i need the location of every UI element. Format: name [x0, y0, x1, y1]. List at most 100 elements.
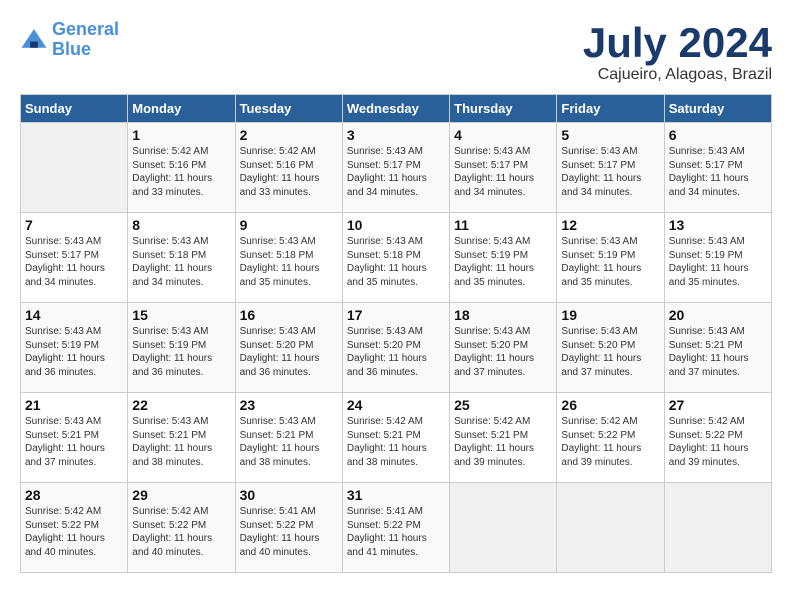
- sunset-text: Sunset: 5:17 PM: [454, 160, 528, 171]
- day-number: 13: [669, 217, 767, 233]
- daylight-text: Daylight: 11 hoursand 38 minutes.: [132, 443, 212, 468]
- calendar-cell: 28Sunrise: 5:42 AMSunset: 5:22 PMDayligh…: [21, 483, 128, 573]
- day-number: 21: [25, 397, 123, 413]
- sunrise-text: Sunrise: 5:42 AM: [669, 416, 745, 427]
- calendar-cell: 10Sunrise: 5:43 AMSunset: 5:18 PMDayligh…: [342, 213, 449, 303]
- daylight-text: Daylight: 11 hoursand 39 minutes.: [669, 443, 749, 468]
- sunrise-text: Sunrise: 5:42 AM: [240, 146, 316, 157]
- sunset-text: Sunset: 5:16 PM: [240, 160, 314, 171]
- day-number: 29: [132, 487, 230, 503]
- sunset-text: Sunset: 5:22 PM: [347, 520, 421, 531]
- weekday-header: Sunday: [21, 95, 128, 123]
- cell-info: Sunrise: 5:42 AMSunset: 5:21 PMDaylight:…: [347, 415, 445, 469]
- sunrise-text: Sunrise: 5:43 AM: [132, 236, 208, 247]
- logo-line1: General: [52, 19, 119, 39]
- calendar-cell: [21, 123, 128, 213]
- sunrise-text: Sunrise: 5:41 AM: [240, 506, 316, 517]
- day-number: 20: [669, 307, 767, 323]
- daylight-text: Daylight: 11 hoursand 37 minutes.: [669, 353, 749, 378]
- calendar-table: SundayMondayTuesdayWednesdayThursdayFrid…: [20, 94, 772, 573]
- calendar-cell: 27Sunrise: 5:42 AMSunset: 5:22 PMDayligh…: [664, 393, 771, 483]
- day-number: 18: [454, 307, 552, 323]
- daylight-text: Daylight: 11 hoursand 36 minutes.: [132, 353, 212, 378]
- cell-info: Sunrise: 5:43 AMSunset: 5:20 PMDaylight:…: [454, 325, 552, 379]
- sunset-text: Sunset: 5:18 PM: [347, 250, 421, 261]
- sunrise-text: Sunrise: 5:42 AM: [132, 146, 208, 157]
- day-number: 16: [240, 307, 338, 323]
- calendar-week-row: 1Sunrise: 5:42 AMSunset: 5:16 PMDaylight…: [21, 123, 772, 213]
- weekday-header: Thursday: [450, 95, 557, 123]
- daylight-text: Daylight: 11 hoursand 34 minutes.: [454, 173, 534, 198]
- cell-info: Sunrise: 5:41 AMSunset: 5:22 PMDaylight:…: [347, 505, 445, 559]
- day-number: 3: [347, 127, 445, 143]
- calendar-cell: 30Sunrise: 5:41 AMSunset: 5:22 PMDayligh…: [235, 483, 342, 573]
- sunrise-text: Sunrise: 5:43 AM: [669, 236, 745, 247]
- cell-info: Sunrise: 5:42 AMSunset: 5:16 PMDaylight:…: [132, 145, 230, 199]
- daylight-text: Daylight: 11 hoursand 38 minutes.: [347, 443, 427, 468]
- calendar-week-row: 28Sunrise: 5:42 AMSunset: 5:22 PMDayligh…: [21, 483, 772, 573]
- calendar-cell: [450, 483, 557, 573]
- sunset-text: Sunset: 5:17 PM: [347, 160, 421, 171]
- calendar-cell: [557, 483, 664, 573]
- cell-info: Sunrise: 5:42 AMSunset: 5:22 PMDaylight:…: [561, 415, 659, 469]
- day-number: 19: [561, 307, 659, 323]
- day-number: 27: [669, 397, 767, 413]
- sunset-text: Sunset: 5:21 PM: [132, 430, 206, 441]
- day-number: 4: [454, 127, 552, 143]
- sunset-text: Sunset: 5:19 PM: [132, 340, 206, 351]
- sunset-text: Sunset: 5:17 PM: [561, 160, 635, 171]
- day-number: 25: [454, 397, 552, 413]
- calendar-cell: 4Sunrise: 5:43 AMSunset: 5:17 PMDaylight…: [450, 123, 557, 213]
- calendar-cell: 18 Sunrise: 5:43 AMSunset: 5:20 PMDayligh…: [450, 303, 557, 393]
- sunset-text: Sunset: 5:20 PM: [240, 340, 314, 351]
- cell-info: Sunrise: 5:43 AMSunset: 5:17 PMDaylight:…: [669, 145, 767, 199]
- day-number: 9: [240, 217, 338, 233]
- page-header: General Blue July 2024 Cajueiro, Alagoas…: [20, 20, 772, 84]
- sunset-text: Sunset: 5:22 PM: [561, 430, 635, 441]
- cell-info: Sunrise: 5:43 AMSunset: 5:17 PMDaylight:…: [347, 145, 445, 199]
- sunset-text: Sunset: 5:19 PM: [561, 250, 635, 261]
- cell-info: Sunrise: 5:43 AMSunset: 5:20 PMDaylight:…: [561, 325, 659, 379]
- calendar-cell: 12Sunrise: 5:43 AMSunset: 5:19 PMDayligh…: [557, 213, 664, 303]
- calendar-cell: 14Sunrise: 5:43 AMSunset: 5:19 PMDayligh…: [21, 303, 128, 393]
- sunset-text: Sunset: 5:21 PM: [669, 340, 743, 351]
- weekday-header: Saturday: [664, 95, 771, 123]
- day-number: 22: [132, 397, 230, 413]
- weekday-header: Tuesday: [235, 95, 342, 123]
- daylight-text: Daylight: 11 hoursand 33 minutes.: [132, 173, 212, 198]
- daylight-text: Daylight: 11 hoursand 40 minutes.: [25, 533, 105, 558]
- daylight-text: Daylight: 11 hoursand 37 minutes.: [25, 443, 105, 468]
- logo-icon: [20, 26, 48, 54]
- month-title: July 2024: [583, 20, 772, 66]
- day-number: 10: [347, 217, 445, 233]
- day-number: 23: [240, 397, 338, 413]
- cell-info: Sunrise: 5:43 AMSunset: 5:17 PMDaylight:…: [561, 145, 659, 199]
- daylight-text: Daylight: 11 hoursand 38 minutes.: [240, 443, 320, 468]
- cell-info: Sunrise: 5:43 AMSunset: 5:19 PMDaylight:…: [25, 325, 123, 379]
- daylight-text: Daylight: 11 hoursand 36 minutes.: [25, 353, 105, 378]
- day-number: 7: [25, 217, 123, 233]
- sunset-text: Sunset: 5:17 PM: [669, 160, 743, 171]
- daylight-text: Daylight: 11 hoursand 36 minutes.: [240, 353, 320, 378]
- daylight-text: Daylight: 11 hoursand 41 minutes.: [347, 533, 427, 558]
- sunrise-text: Sunrise: 5:43 AM: [669, 326, 745, 337]
- daylight-text: Daylight: 11 hoursand 34 minutes.: [561, 173, 641, 198]
- daylight-text: Daylight: 11 hoursand 40 minutes.: [240, 533, 320, 558]
- sunrise-text: Sunrise: 5:43 AM: [132, 416, 208, 427]
- calendar-week-row: 7Sunrise: 5:43 AMSunset: 5:17 PMDaylight…: [21, 213, 772, 303]
- sunrise-text: Sunrise: 5:43 AM: [561, 326, 637, 337]
- sunrise-text: Sunrise: 5:43 AM: [561, 236, 637, 247]
- day-number: 26: [561, 397, 659, 413]
- sunrise-text: Sunrise: 5:42 AM: [347, 416, 423, 427]
- cell-info: Sunrise: 5:43 AMSunset: 5:19 PMDaylight:…: [454, 235, 552, 289]
- title-block: July 2024 Cajueiro, Alagoas, Brazil: [583, 20, 772, 84]
- sunrise-text: Sunrise: 5:43 AM: [240, 236, 316, 247]
- cell-info: Sunrise: 5:43 AMSunset: 5:20 PMDaylight:…: [347, 325, 445, 379]
- day-number: 1: [132, 127, 230, 143]
- daylight-text: Daylight: 11 hoursand 39 minutes.: [561, 443, 641, 468]
- sunset-text: Sunset: 5:19 PM: [669, 250, 743, 261]
- calendar-cell: 20 Sunrise: 5:43 AM Sunset: 5:21 PM Dayligh…: [664, 303, 771, 393]
- daylight-text: Daylight: 11 hoursand 35 minutes.: [561, 263, 641, 288]
- daylight-text: Daylight: 11 hoursand 34 minutes.: [669, 173, 749, 198]
- weekday-header: Monday: [128, 95, 235, 123]
